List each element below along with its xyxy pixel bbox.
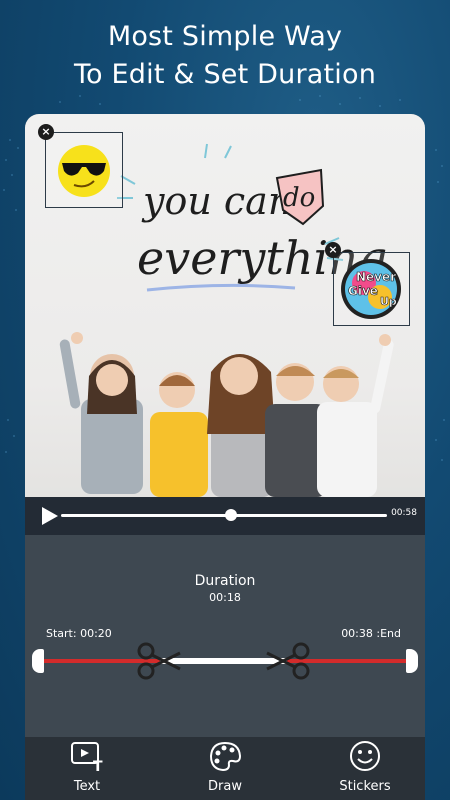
seek-thumb[interactable]: [224, 509, 237, 521]
sticker-close-button[interactable]: ×: [38, 124, 54, 140]
track-left-handle[interactable]: [32, 649, 44, 673]
promo-headline: Most Simple Way To Edit & Set Duration: [0, 18, 450, 94]
sticker-close-button[interactable]: ×: [325, 242, 341, 258]
scissors-end-handle-icon[interactable]: [263, 641, 311, 681]
kids-photo: [59, 332, 394, 497]
lettering-do: do: [283, 183, 315, 213]
seek-bar[interactable]: [61, 509, 387, 521]
tool-text-label: Text: [73, 779, 101, 794]
smiley-icon: [350, 741, 380, 771]
badge-text-give: Give: [348, 284, 378, 298]
sunglasses-emoji-icon: [58, 145, 110, 197]
phone-screen: you can do everything × Never Give Up × …: [25, 114, 425, 800]
tool-text-button[interactable]: T Text: [47, 739, 127, 794]
tool-draw-label: Draw: [208, 779, 242, 794]
lettering-you-can: you can: [141, 179, 292, 223]
player-time: 00:58: [391, 508, 417, 518]
never-give-up-badge-icon: Never Give Up: [341, 259, 401, 319]
svg-text:T: T: [93, 759, 103, 773]
trim-start-label: Start: 00:20: [46, 627, 112, 640]
text-icon: T: [71, 742, 103, 775]
sticker-sunglasses[interactable]: [45, 132, 123, 208]
trim-end-label: 00:38 :End: [341, 627, 401, 640]
headline-line-2: To Edit & Set Duration: [73, 59, 377, 90]
editor-canvas[interactable]: you can do everything × Never Give Up ×: [25, 114, 425, 497]
video-player-bar: 00:58: [25, 497, 425, 535]
tool-stickers-label: Stickers: [339, 779, 391, 794]
tool-draw-button[interactable]: Draw: [185, 739, 265, 794]
headline-line-1: Most Simple Way: [107, 21, 343, 52]
duration-value: 00:18: [209, 591, 241, 604]
palette-icon: [209, 741, 242, 772]
badge-text-never: Never: [356, 270, 396, 284]
trim-track[interactable]: [32, 642, 418, 680]
badge-text-up: Up: [380, 295, 397, 308]
scissors-start-handle-icon[interactable]: [136, 641, 184, 681]
track-right-handle[interactable]: [406, 649, 418, 673]
duration-title: Duration: [194, 573, 256, 589]
duration-editor: Duration 00:18 Start: 00:20 00:38 :End: [25, 535, 425, 737]
sticker-never-give-up[interactable]: Never Give Up: [333, 252, 410, 326]
play-icon[interactable]: [39, 505, 61, 527]
bottom-toolbar: T Text Draw Stickers: [25, 737, 425, 800]
tool-stickers-button[interactable]: Stickers: [325, 739, 405, 794]
